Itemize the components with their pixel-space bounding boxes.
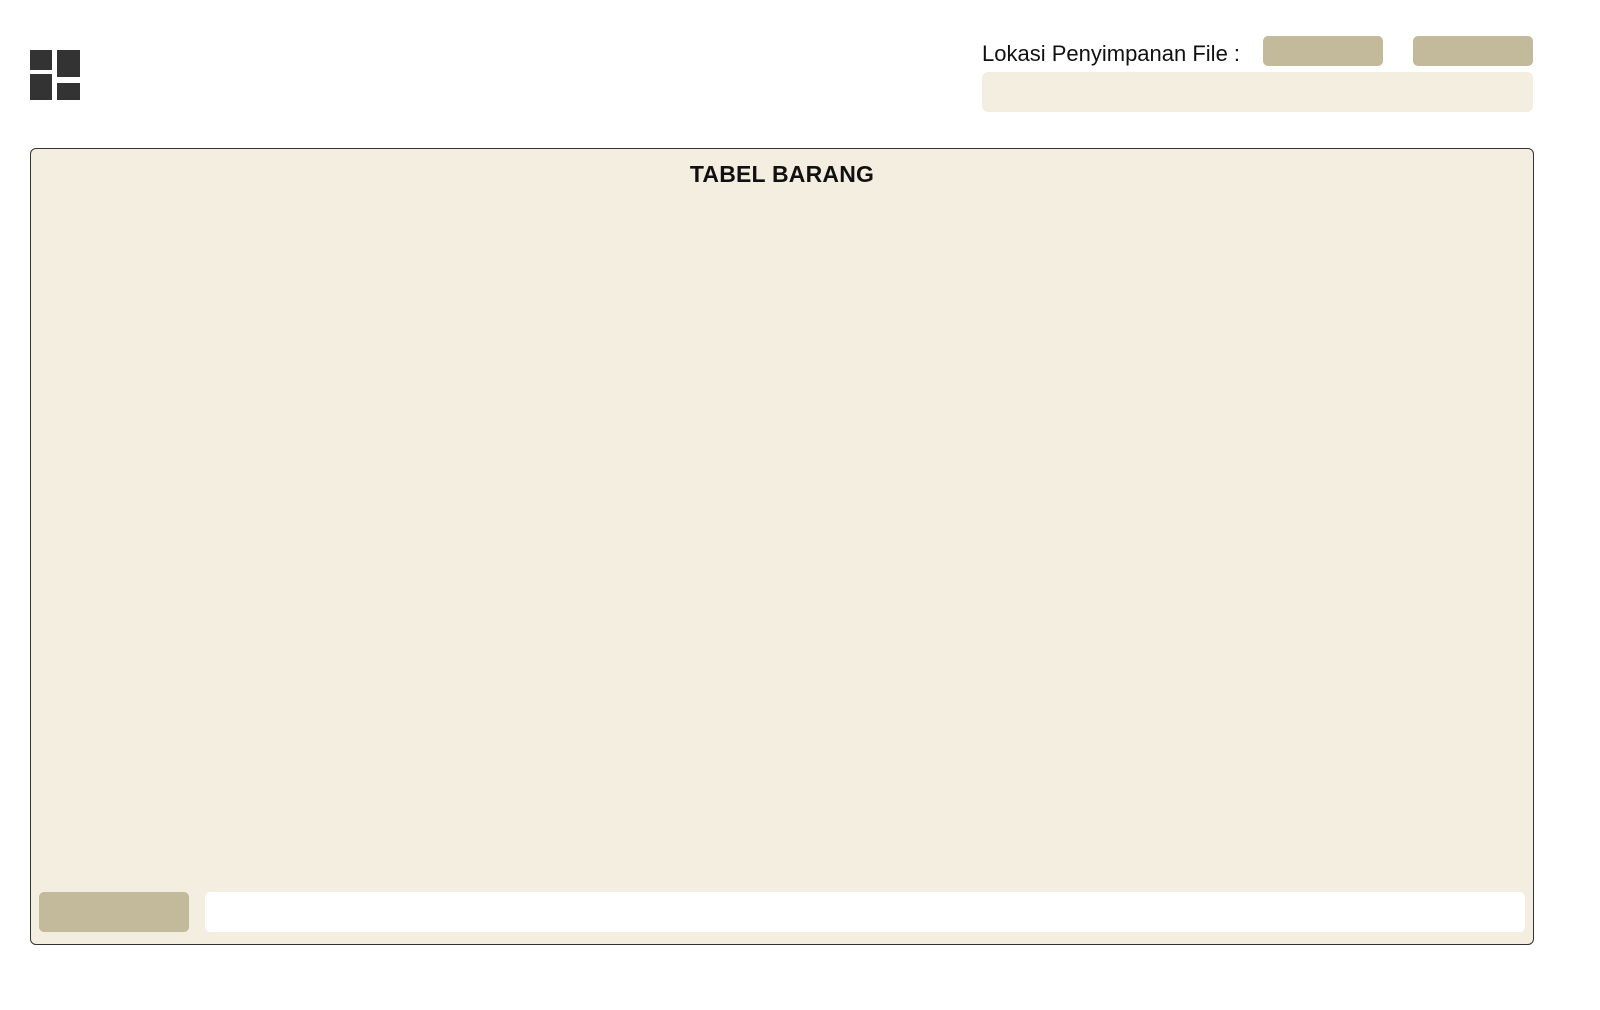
browse-button[interactable]: [1263, 36, 1383, 66]
table-action-button[interactable]: [39, 892, 189, 932]
dashboard-grid-icon: [30, 50, 80, 100]
logo-block-bottom-left: [30, 74, 52, 100]
item-table-panel: TABEL BARANG: [30, 148, 1534, 945]
table-title: TABEL BARANG: [689, 161, 875, 187]
file-path-field[interactable]: [982, 72, 1533, 112]
logo-block-top-left: [30, 50, 52, 70]
app-window: Lokasi Penyimpanan File : TABEL BARANG: [0, 0, 1600, 1010]
table-input-field[interactable]: [205, 892, 1525, 932]
logo-block-bottom-right: [57, 83, 80, 100]
item-table[interactable]: [39, 205, 1525, 884]
file-location-label: Lokasi Penyimpanan File :: [982, 41, 1241, 66]
save-location-button[interactable]: [1413, 36, 1533, 66]
logo-block-top-right: [57, 50, 80, 77]
